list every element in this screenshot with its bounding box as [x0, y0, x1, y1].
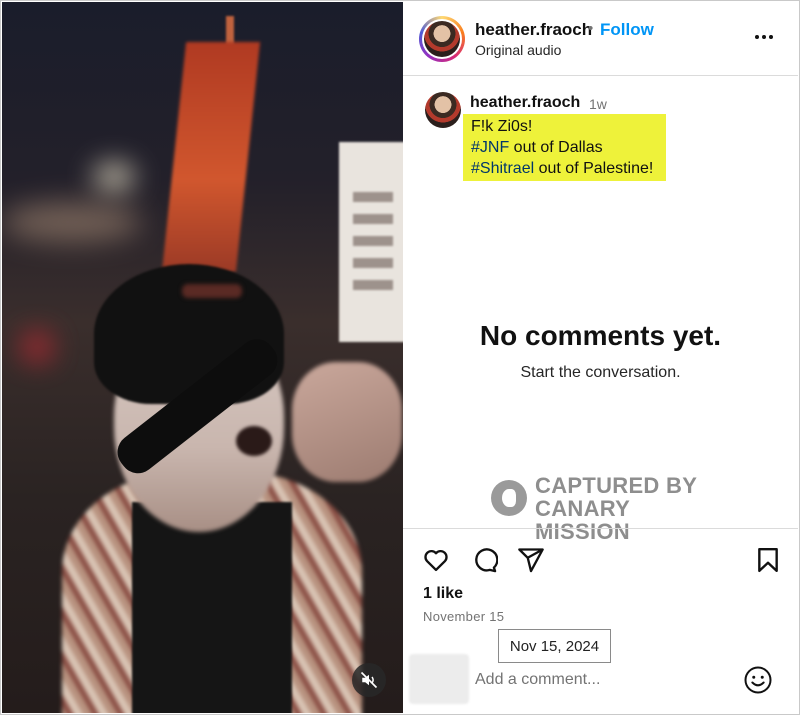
emoji-icon — [744, 666, 772, 694]
share-button[interactable] — [516, 545, 546, 575]
caption-line-2: #JNF out of Dallas — [471, 137, 658, 158]
video-player[interactable] — [2, 2, 403, 713]
muted-speaker-icon — [360, 671, 378, 689]
post-header: heather.fraoch • Follow Original audio — [403, 2, 798, 76]
caption-line-3: #Shitrael out of Palestine! — [471, 158, 658, 179]
separator-dot: • — [588, 20, 594, 37]
red-light — [22, 332, 52, 362]
street-light — [94, 164, 134, 190]
flag — [161, 42, 261, 272]
avatar[interactable] — [419, 16, 465, 62]
redacted-avatar — [409, 654, 469, 704]
mute-button[interactable] — [352, 663, 386, 697]
like-count[interactable]: 1 like — [423, 585, 463, 603]
post-date[interactable]: November 15 — [423, 609, 504, 624]
caption-line-2-text: out of Dallas — [509, 139, 603, 156]
hashtag-link[interactable]: #JNF — [471, 139, 509, 156]
protest-sign — [339, 142, 403, 342]
jacket — [132, 502, 292, 713]
header-username[interactable]: heather.fraoch — [475, 20, 592, 40]
watermark: CAPTURED BY CANARY MISSION — [491, 473, 731, 543]
save-button[interactable] — [753, 545, 783, 575]
empty-comments-title: No comments yet. — [479, 320, 722, 351]
follow-button[interactable]: Follow — [600, 20, 654, 40]
caption-text: F!k Zi0s! #JNF out of Dallas #Shitrael o… — [463, 114, 666, 181]
background-lights — [2, 202, 142, 242]
empty-comments-subtitle: Start the conversation. — [520, 364, 681, 381]
caption-username[interactable]: heather.fraoch — [470, 94, 580, 112]
beanie-band — [182, 284, 242, 298]
bookmark-icon — [758, 547, 778, 573]
audio-link[interactable]: Original audio — [475, 42, 561, 58]
caption-avatar[interactable] — [425, 92, 461, 128]
caption-timestamp[interactable]: 1w — [589, 96, 607, 112]
avatar-image — [424, 21, 460, 57]
comment-input[interactable] — [475, 668, 725, 692]
more-options-icon[interactable] — [755, 27, 777, 47]
caption-line-1: F!k Zi0s! — [471, 118, 533, 135]
heart-icon — [424, 549, 448, 572]
hashtag-link[interactable]: #Shitrael — [471, 160, 534, 177]
share-icon — [518, 548, 544, 573]
hand — [292, 362, 402, 482]
like-button[interactable] — [421, 545, 451, 575]
emoji-button[interactable] — [743, 665, 773, 695]
watermark-line-1: CAPTURED BY — [535, 473, 698, 498]
mouth — [236, 426, 272, 456]
comment-icon — [475, 548, 498, 573]
post-panel: heather.fraoch • Follow Original audio h… — [403, 2, 798, 713]
date-tooltip: Nov 15, 2024 — [498, 629, 611, 663]
canary-logo-icon — [491, 480, 527, 516]
caption-line-3-text: out of Palestine! — [534, 160, 654, 177]
comment-button[interactable] — [469, 545, 499, 575]
